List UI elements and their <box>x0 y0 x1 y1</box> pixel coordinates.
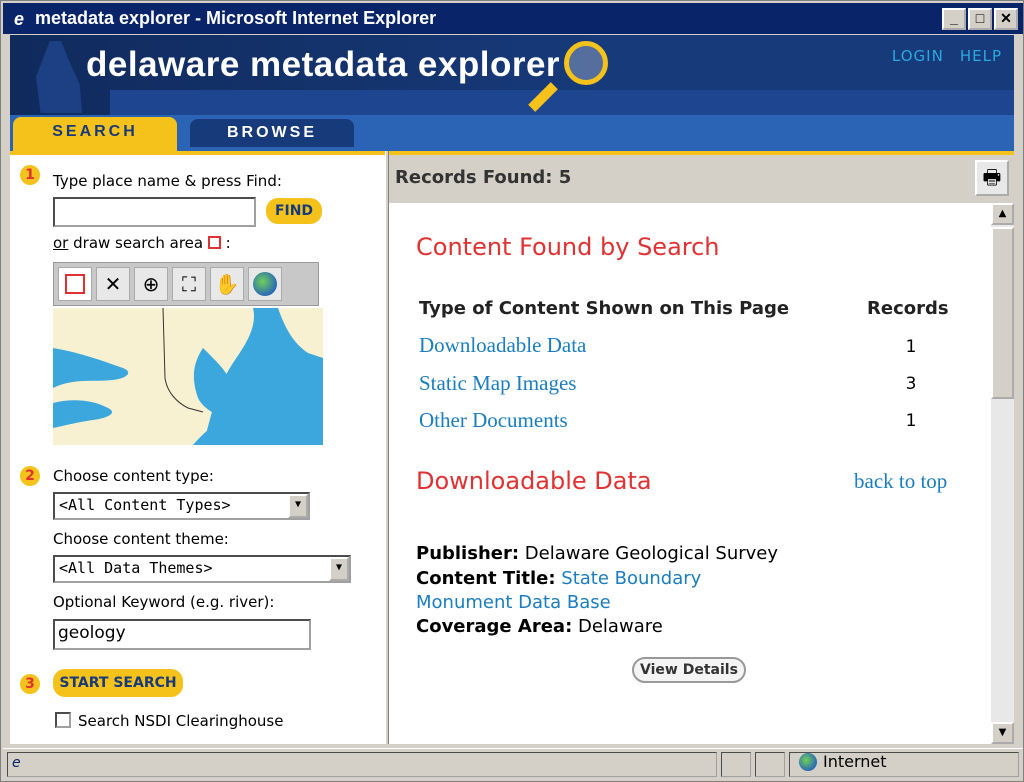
content-title-link-2[interactable]: Monument Data Base <box>416 592 611 613</box>
vertical-scrollbar[interactable]: ▲ ▼ <box>991 203 1014 744</box>
status-box-1 <box>721 752 751 777</box>
browser-window: e metadata explorer - Microsoft Internet… <box>0 0 1024 782</box>
zone-indicator: Internet <box>799 752 887 771</box>
scroll-thumb[interactable] <box>991 227 1014 399</box>
place-name-input[interactable] <box>53 197 256 227</box>
chevron-down-icon[interactable]: ▼ <box>288 494 308 518</box>
search-panel: 1 Type place name & press Find: FIND or … <box>10 151 385 744</box>
records-found-count: Records Found: 5 <box>395 167 572 188</box>
results-header: Records Found: 5 🖶 <box>389 151 1014 203</box>
header-links: LOGIN HELP <box>892 47 1002 65</box>
chevron-down-icon[interactable]: ▼ <box>329 557 349 581</box>
other-documents-count: 1 <box>905 411 917 431</box>
internet-globe-icon <box>799 752 817 771</box>
static-map-images-count: 3 <box>905 374 917 394</box>
site-logo: delaware metadata explorer <box>86 45 561 84</box>
step-3-badge: 3 <box>20 674 40 694</box>
scroll-up-button[interactable]: ▲ <box>991 203 1014 225</box>
content-title-row: Content Title: State Boundary <box>416 568 701 589</box>
clear-icon[interactable]: ✕ <box>96 267 130 301</box>
login-link[interactable]: LOGIN <box>892 47 944 65</box>
step-2-badge: 2 <box>20 466 40 486</box>
nsdi-checkbox[interactable] <box>55 712 71 728</box>
map-toolbar: ✕ ⊕ ⛶ ✋ <box>53 262 319 306</box>
back-to-top-link[interactable]: back to top <box>854 469 947 494</box>
status-text-box: e <box>7 752 717 777</box>
publisher-row: Publisher: Delaware Geological Survey <box>416 543 778 564</box>
zone-label: Internet <box>823 752 887 771</box>
close-button[interactable]: ✕ <box>994 7 1018 30</box>
draw-area-label: or draw search area : <box>53 234 231 252</box>
place-prompt: Type place name & press Find: <box>53 172 282 190</box>
publisher-label: Publisher: <box>416 543 520 564</box>
window-title: metadata explorer - Microsoft Internet E… <box>35 8 437 28</box>
or-text: or <box>53 234 69 252</box>
scroll-down-button[interactable]: ▼ <box>991 722 1014 744</box>
map-graphic <box>53 308 323 445</box>
help-link[interactable]: HELP <box>960 47 1002 65</box>
status-bar: e Internet <box>3 748 1023 780</box>
static-map-images-link[interactable]: Static Map Images <box>419 371 576 396</box>
content-found-heading: Content Found by Search <box>416 233 720 261</box>
records-column-header: Records <box>867 298 949 319</box>
content-type-value: <All Content Types> <box>59 496 231 514</box>
pan-hand-icon[interactable]: ✋ <box>210 267 244 301</box>
draw-colon: : <box>225 234 231 252</box>
zoom-in-icon[interactable]: ⊕ <box>134 267 168 301</box>
view-details-button[interactable]: View Details <box>632 657 746 683</box>
globe-icon[interactable] <box>248 267 282 301</box>
find-button[interactable]: FIND <box>266 198 322 224</box>
search-area-map[interactable] <box>53 308 323 445</box>
maximize-button[interactable]: □ <box>968 7 992 30</box>
draw-text: draw search area <box>73 234 204 252</box>
coverage-value: Delaware <box>578 616 663 637</box>
title-bar[interactable]: e metadata explorer - Microsoft Internet… <box>3 3 1023 34</box>
tab-search[interactable]: SEARCH <box>13 117 177 151</box>
other-documents-link[interactable]: Other Documents <box>419 408 568 433</box>
content-theme-label: Choose content theme: <box>53 530 229 548</box>
content-type-label: Choose content type: <box>53 467 214 485</box>
minimize-button[interactable]: _ <box>942 7 966 30</box>
page-icon: e <box>12 755 21 771</box>
banner-stripe <box>110 90 1014 115</box>
printer-icon[interactable]: 🖶 <box>975 160 1009 196</box>
start-search-button[interactable]: START SEARCH <box>53 669 183 697</box>
results-content: Content Found by Search Type of Content … <box>389 203 991 744</box>
tab-bar: SEARCH BROWSE <box>10 115 1014 151</box>
coverage-label: Coverage Area: <box>416 616 573 637</box>
coverage-row: Coverage Area: Delaware <box>416 616 663 637</box>
downloadable-data-count: 1 <box>905 337 917 357</box>
content-type-select[interactable]: <All Content Types> ▼ <box>53 492 310 520</box>
magnifier-icon <box>564 41 608 85</box>
keyword-input[interactable]: geology <box>53 619 311 650</box>
content-theme-value: <All Data Themes> <box>59 559 213 577</box>
content-title-label: Content Title: <box>416 568 556 589</box>
draw-box-icon <box>207 236 221 249</box>
site-banner: delaware metadata explorer LOGIN HELP <box>10 35 1014 115</box>
full-extent-icon[interactable]: ⛶ <box>172 267 206 301</box>
select-box-icon[interactable] <box>58 267 92 301</box>
status-box-2 <box>755 752 785 777</box>
delaware-silhouette-icon <box>36 41 82 113</box>
downloadable-data-link[interactable]: Downloadable Data <box>419 333 586 358</box>
content-title-link-1[interactable]: State Boundary <box>561 568 701 589</box>
tab-browse[interactable]: BROWSE <box>190 119 354 147</box>
keyword-label: Optional Keyword (e.g. river): <box>53 593 275 611</box>
step-1-badge: 1 <box>20 165 40 185</box>
window-controls: _ □ ✕ <box>942 7 1018 30</box>
content-type-column-header: Type of Content Shown on This Page <box>419 298 790 319</box>
nsdi-label: Search NSDI Clearinghouse <box>78 712 284 730</box>
internet-explorer-icon: e <box>13 8 24 29</box>
publisher-value: Delaware Geological Survey <box>524 543 779 564</box>
content-theme-select[interactable]: <All Data Themes> ▼ <box>53 555 351 583</box>
downloadable-data-heading: Downloadable Data <box>416 467 652 495</box>
